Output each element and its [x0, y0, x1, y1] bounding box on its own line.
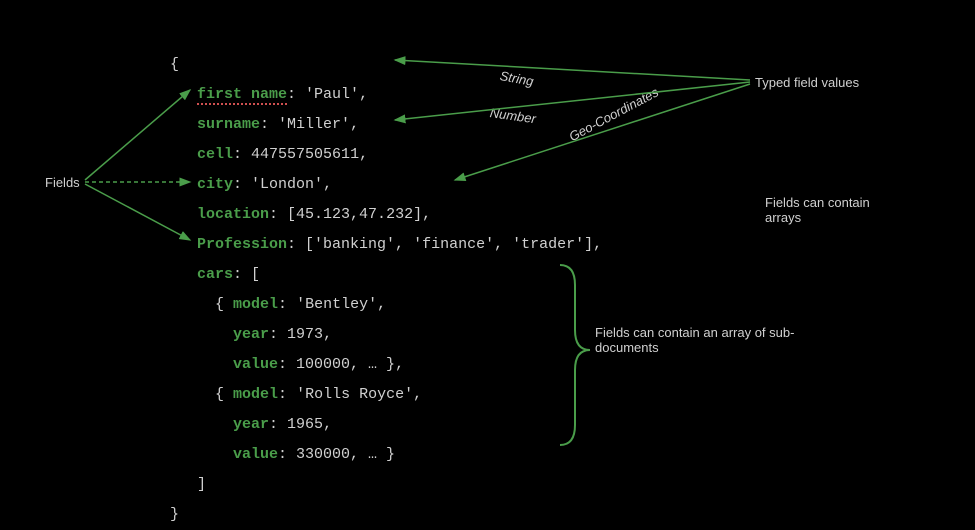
- typed-values-label: Typed field values: [755, 75, 859, 90]
- first-name-value: 'Paul': [305, 86, 359, 103]
- open-brace: {: [170, 56, 179, 73]
- arrays-note: Fields can contain arrays: [765, 195, 905, 225]
- car2-year-key: year: [233, 416, 269, 433]
- profession-key: Profession: [197, 236, 287, 253]
- close-brace: }: [170, 506, 179, 523]
- surname-value: 'Miller': [278, 116, 350, 133]
- city-key: city: [197, 176, 233, 193]
- document-code: { first name: 'Paul', surname: 'Miller',…: [170, 20, 602, 530]
- car1-value-key: value: [233, 356, 278, 373]
- location-value: [45.123,47.232]: [287, 206, 422, 223]
- car2-value-key: value: [233, 446, 278, 463]
- close-bracket: ]: [197, 476, 206, 493]
- fields-label: Fields: [45, 175, 80, 190]
- first-name-key: first name: [197, 86, 287, 105]
- car1-model-key: model: [233, 296, 278, 313]
- cars-key: cars: [197, 266, 233, 283]
- cell-value: 447557505611: [251, 146, 359, 163]
- profession-value: ['banking', 'finance', 'trader']: [305, 236, 593, 253]
- city-value: 'London': [251, 176, 323, 193]
- cell-key: cell: [197, 146, 233, 163]
- location-key: location: [197, 206, 269, 223]
- surname-key: surname: [197, 116, 260, 133]
- car1-year-key: year: [233, 326, 269, 343]
- car2-model-key: model: [233, 386, 278, 403]
- subdoc-note: Fields can contain an array of sub-docum…: [595, 325, 815, 355]
